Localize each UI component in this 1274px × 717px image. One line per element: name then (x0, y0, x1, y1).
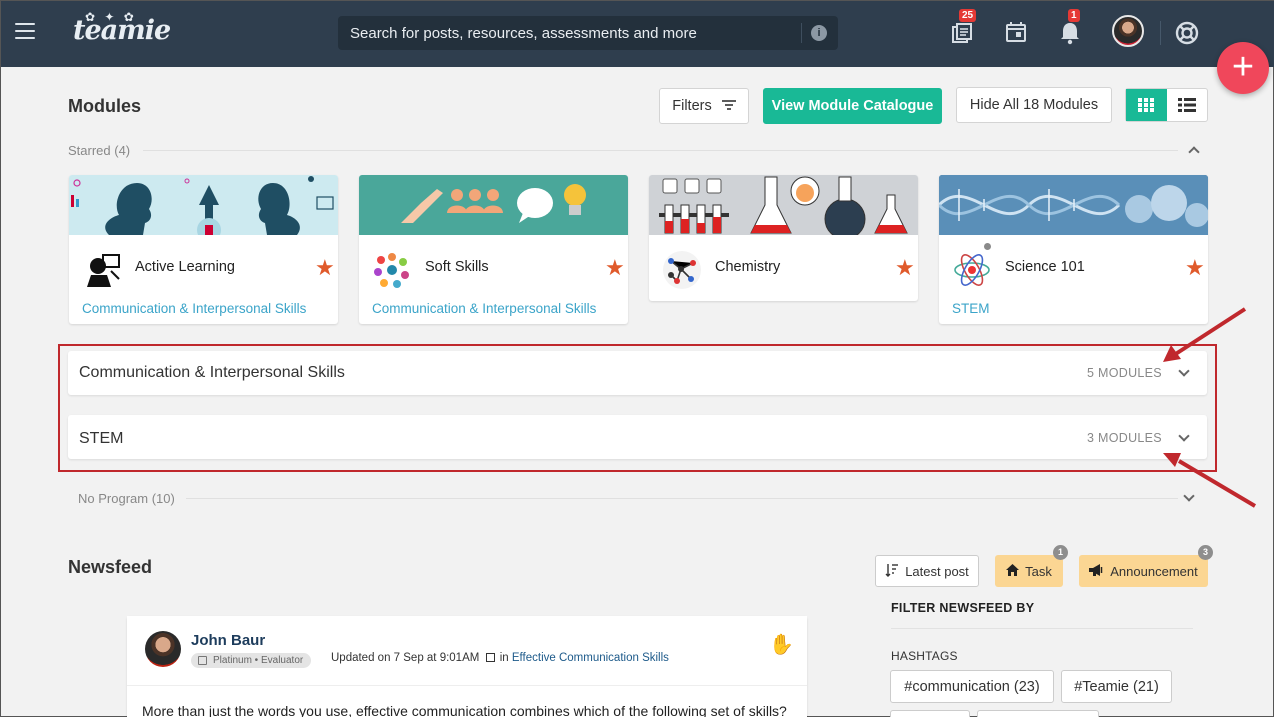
calendar-icon[interactable] (1005, 21, 1029, 45)
module-card-title[interactable]: Science 101 (1005, 259, 1085, 275)
starred-collapse-chevron-icon[interactable] (1188, 146, 1200, 158)
starred-star-icon[interactable]: ★ (895, 257, 915, 279)
topbar-divider (1160, 21, 1161, 45)
module-card-soft-skills[interactable]: Soft Skills ★ Communication & Interperso… (359, 175, 628, 324)
view-toggle (1125, 88, 1208, 122)
active-learning-logo-icon (81, 249, 123, 291)
module-card-program-link[interactable]: STEM (952, 301, 990, 316)
library-icon[interactable] (950, 21, 974, 45)
notifications-badge: 1 (1068, 9, 1080, 22)
post-author-name[interactable]: John Baur (191, 632, 265, 649)
sort-label: Latest post (905, 563, 969, 579)
task-filter-button[interactable]: Task (995, 555, 1063, 587)
announcement-label: Announcement (1110, 563, 1198, 579)
raise-hand-icon[interactable]: ✋ (769, 632, 794, 657)
post-author-tag-text: Platinum • Evaluator (213, 655, 304, 666)
sort-latest-post-button[interactable]: Latest post (875, 555, 979, 587)
teamie-logo[interactable]: teamie (73, 15, 171, 46)
no-program-section-label[interactable]: No Program (10) (78, 491, 175, 506)
module-card-program-link[interactable]: Communication & Interpersonal Skills (82, 301, 306, 316)
search-divider (801, 23, 802, 43)
megaphone-icon (1089, 563, 1104, 579)
notifications-bell-icon[interactable] (1059, 21, 1083, 45)
modules-title: Modules (68, 96, 142, 116)
hashtag-chip-partial[interactable] (890, 710, 970, 717)
status-dot (982, 241, 993, 252)
starred-star-icon[interactable]: ★ (605, 257, 625, 279)
post-in-label: in (499, 652, 509, 664)
external-link-icon[interactable] (485, 653, 495, 662)
newsfeed-title: Newsfeed (68, 557, 153, 577)
filter-newsfeed-heading: FILTER NEWSFEED BY (891, 601, 1035, 615)
module-card-title[interactable]: Chemistry (715, 259, 780, 275)
active-learning-cover-image (69, 175, 338, 235)
chemistry-logo-icon (661, 249, 703, 291)
module-card-chemistry[interactable]: Chemistry ★ (649, 175, 918, 301)
science-101-atom-logo-icon (951, 249, 993, 291)
info-icon[interactable]: i (811, 25, 827, 41)
soft-skills-logo-icon (371, 249, 413, 291)
post-author-avatar[interactable] (145, 631, 181, 667)
post-author-tag: Platinum • Evaluator (191, 653, 312, 668)
home-icon (1006, 563, 1020, 579)
search-bar: i (338, 16, 838, 50)
starred-divider (143, 150, 1178, 151)
science-101-cover-image (939, 175, 1208, 235)
hashtags-heading: HASHTAGS (891, 649, 958, 663)
starred-star-icon[interactable]: ★ (315, 257, 335, 279)
annotation-arrows (1163, 307, 1257, 508)
module-card-active-learning[interactable]: Active Learning ★ Communication & Interp… (69, 175, 338, 324)
grid-view-icon[interactable] (1126, 89, 1167, 121)
filter-lines-icon (721, 98, 736, 114)
filters-button[interactable]: Filters (659, 88, 749, 124)
filter-divider (891, 628, 1193, 629)
list-view-icon[interactable] (1167, 89, 1208, 121)
filters-label: Filters (672, 98, 712, 114)
no-program-divider (186, 498, 1178, 499)
hashtag-chip[interactable]: #communication (23) (890, 670, 1054, 703)
module-card-title[interactable]: Active Learning (135, 259, 235, 275)
user-avatar[interactable] (1112, 15, 1144, 47)
soft-skills-cover-image (359, 175, 628, 235)
module-card-program-link[interactable]: Communication & Interpersonal Skills (372, 301, 596, 316)
starred-star-icon[interactable]: ★ (1185, 257, 1205, 279)
announcement-filter-button[interactable]: Announcement (1079, 555, 1208, 587)
search-input[interactable] (338, 16, 800, 50)
module-card-title[interactable]: Soft Skills (425, 259, 489, 275)
starred-section-label[interactable]: Starred (4) (68, 143, 130, 158)
help-lifebuoy-icon[interactable] (1175, 21, 1199, 45)
highlight-annotation-box (58, 344, 1217, 472)
post-body-text: More than just the words you use, effect… (142, 703, 787, 717)
hashtag-chip[interactable]: #Teamie (21) (1061, 670, 1172, 703)
view-module-catalogue-button[interactable]: View Module Catalogue (763, 88, 942, 124)
menu-icon[interactable] (15, 23, 35, 39)
top-navigation-bar: ✿ ✦ ✿ teamie i 25 1 (1, 1, 1274, 67)
library-badge: 25 (959, 9, 977, 22)
sort-icon (885, 563, 899, 580)
post-updated-time: Updated on 7 Sep at 9:01AM (331, 652, 480, 664)
post-group-link[interactable]: Effective Communication Skills (512, 652, 669, 664)
tag-badge-icon (198, 656, 207, 665)
newsfeed-post: John Baur Platinum • Evaluator Updated o… (127, 616, 807, 717)
hashtag-chip-partial[interactable] (977, 710, 1099, 717)
task-count-badge: 1 (1053, 545, 1068, 560)
announcement-count-badge: 3 (1198, 545, 1213, 560)
chemistry-cover-image (649, 175, 918, 235)
post-header: John Baur Platinum • Evaluator Updated o… (127, 616, 807, 686)
post-meta: Updated on 7 Sep at 9:01AM in Effective … (331, 652, 669, 664)
task-label: Task (1025, 563, 1052, 579)
hide-all-modules-button[interactable]: Hide All 18 Modules (956, 87, 1112, 123)
create-plus-button[interactable]: + (1217, 42, 1269, 94)
